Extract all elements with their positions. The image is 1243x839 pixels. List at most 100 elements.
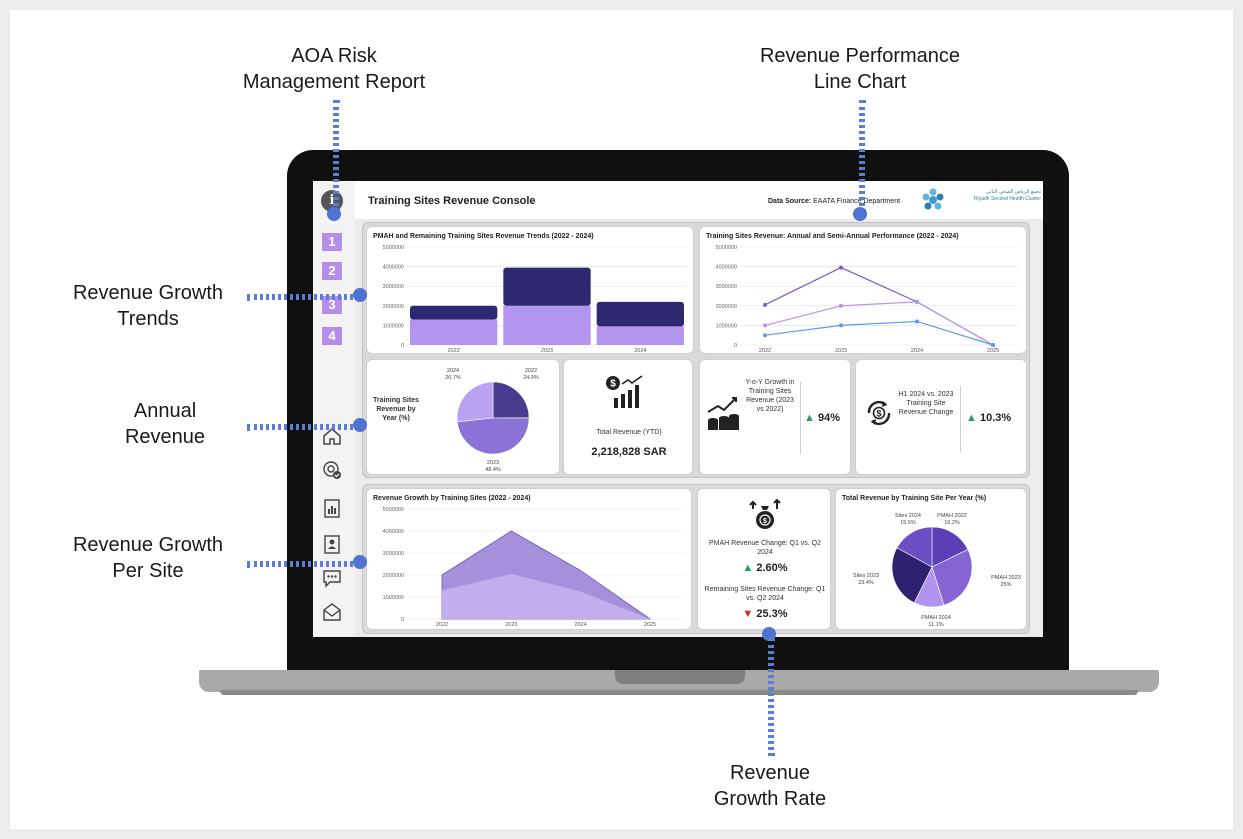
connector-dot [853,207,867,221]
sidebar: i 1 2 3 4 [313,181,355,637]
pie-label-name: PMAH 2023 [991,575,1021,581]
quarter-change-card: $ PMAH Revenue Change: Q1 vs. Q2 2024 ▲ … [697,488,831,630]
y-tick-label: 0 [401,617,404,623]
remaining-change-value: ▼ 25.3% [742,608,788,620]
x-tick-label: 2024 [634,348,646,354]
total-revenue-card: $ Total Revenue (YTD) 2,218,828 SAR [563,359,693,475]
line-chart-title: Training Sites Revenue: Annual and Semi-… [706,233,959,240]
y-tick-label: 0 [401,343,404,349]
area-chart: 5000000 4000000 3000000 2000000 1000000 0 2022… [383,507,685,628]
y-tick-label: 5000000 [383,245,404,251]
bar-segment [503,305,591,345]
bar-segment [410,305,498,320]
laptop-foot [220,690,1138,695]
pie-label-pct: 25% [1000,582,1011,588]
y-tick-label: 2000000 [716,304,737,310]
y-tick-label: 3000000 [716,284,737,290]
x-tick-label: 2024 [911,348,923,354]
y-tick-label: 5000000 [383,507,404,513]
x-tick-label: 2022 [436,622,448,628]
callout-growth-per-site: Revenue Growth Per Site [72,534,224,582]
x-tick-label: 2023 [835,348,847,354]
y-tick-label: 4000000 [716,265,737,271]
revenue-by-site-pie: PMAH 202216.2% PMAH 202325% PMAH 202411.1%… [853,513,1021,628]
dashboard-main: Training Sites Revenue Console Data Sour… [355,181,1043,637]
bar-chart-title: PMAH and Remaining Training Sites Revenu… [373,233,594,240]
top-panel: PMAH and Remaining Training Sites Revenu… [362,222,1030,478]
dollar-cycle-icon: $ [867,400,891,426]
series-line [764,266,994,346]
mail-icon[interactable] [321,601,343,623]
stacked-bar-chart: 5000000 4000000 3000000 2000000 1000000 0 2022… [383,245,687,354]
data-point [763,323,767,328]
nav-section-4[interactable]: 4 [322,327,342,345]
y-tick-label: 2000000 [383,304,404,310]
remaining-change-label: Remaining Sites Revenue Change: Q1 vs. Q… [704,586,826,602]
callout-annual-revenue: Annual Revenue [124,400,206,448]
pie-label-pct: 23.4% [858,580,874,586]
data-point [915,319,919,324]
pie-label-name: 2024 [447,368,459,374]
connector-dot [353,555,367,569]
data-point [763,302,767,307]
page-title: Training Sites Revenue Console [368,195,536,207]
total-revenue-label: Total Revenue (YTD) [596,429,662,436]
h1-change-card: $ H1 2024 vs. 2023 Training Site Revenue… [855,359,1027,475]
data-source-text: Data Source: EAATA Finance Department [768,198,901,205]
nav-section-1[interactable]: 1 [322,233,342,251]
y-tick-label: 3000000 [383,284,404,290]
pmah-change-value: ▲ 2.60% [742,562,788,574]
y-tick-label: 1000000 [716,323,737,329]
stacked-bar-card: PMAH and Remaining Training Sites Revenu… [366,226,694,354]
pie-label-pct: 11.1% [928,622,943,628]
infographic-root: AOA Risk Management Report Revenue Perfor… [0,0,1243,839]
data-point [763,333,767,338]
yoy-growth-card: Y-o-Y Growth in Training Sites Revenue (… [699,359,851,475]
y-tick-label: 1000000 [383,323,404,329]
svg-text:$: $ [610,379,616,390]
nav-section-2[interactable]: 2 [322,262,342,280]
h1-change-label: H1 2024 vs. 2023 Training Site Revenue C… [898,391,954,416]
callout-growth-rate: Revenue Growth Rate [713,762,827,810]
money-bag-growth-icon: $ [749,499,781,529]
yoy-growth-label: Y-o-Y Growth in Training Sites Revenue (… [745,379,795,413]
callout-revenue-line-chart: Revenue Performance Line Chart [759,45,961,93]
data-point [839,265,843,270]
x-tick-label: 2023 [505,622,517,628]
area-chart-card: Revenue Growth by Training Sites (2022 -… [366,488,692,630]
yoy-growth-value: ▲ 94% [804,412,840,424]
pie-label-name: Sites 2023 [853,573,879,579]
site-pie-card: Total Revenue by Training Site Per Year … [835,488,1027,630]
pie-label-name: PMAH 2022 [937,513,967,519]
pie-slice [456,381,494,423]
bar-segment [596,326,684,345]
pie-label-pct: 48.4% [485,467,501,473]
pie-label-name: Sites 2024 [895,513,921,519]
pmah-change-label: PMAH Revenue Change: Q1 vs. Q2 2024 [708,540,822,556]
connector-per-site [247,561,359,567]
x-tick-label: 2022 [759,348,771,354]
target-check-icon[interactable] [321,459,343,481]
h1-change-value: ▲ 10.3% [966,412,1012,424]
x-tick-label: 2024 [575,622,587,628]
y-tick-label: 2000000 [383,573,404,579]
revenue-growth-icon: $ [606,375,643,408]
svg-text:$: $ [876,409,881,419]
bottom-panel: Revenue Growth by Training Sites (2022 -… [362,484,1030,634]
connector-dot [353,418,367,432]
connector-annual [247,424,359,430]
bar-segment [410,319,498,345]
line-chart-card: Training Sites Revenue: Annual and Semi-… [699,226,1027,354]
contact-icon[interactable] [321,533,343,555]
connector-line-chart [859,100,865,212]
pie-label-pct: 24.9% [523,375,539,381]
pie-label-pct: 16.2% [944,520,960,526]
report-icon[interactable] [321,497,343,519]
y-tick-label: 4000000 [383,265,404,271]
laptop-notch [615,670,745,684]
pie-label-pct: 15.5% [900,520,916,526]
chat-icon[interactable] [321,567,343,589]
pie-year-label: Training Sites Revenue by Year (%) [373,397,419,422]
svg-text:$: $ [763,518,767,525]
cluster-logo-icon [922,188,944,210]
